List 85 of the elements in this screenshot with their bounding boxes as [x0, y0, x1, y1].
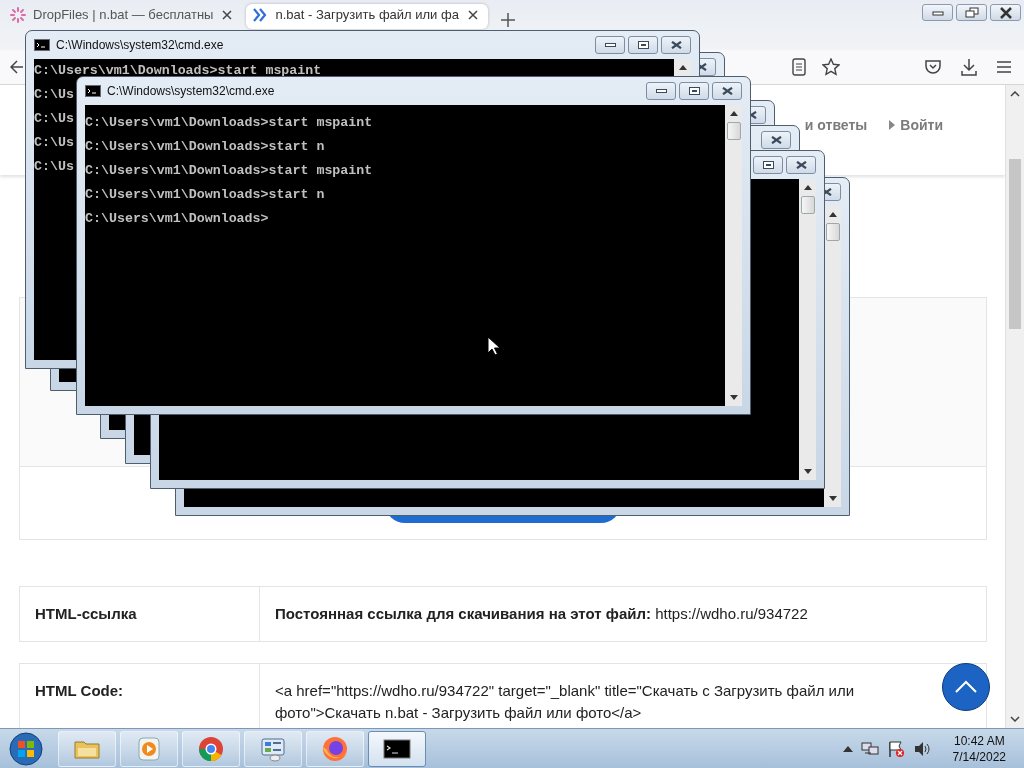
window-title: C:\Windows\system32\cmd.exe: [56, 38, 224, 52]
scroll-down-icon[interactable]: [1010, 716, 1020, 722]
close-button[interactable]: [786, 156, 816, 174]
scroll-up-icon[interactable]: [828, 212, 837, 217]
scroll-top-button[interactable]: [942, 663, 990, 711]
network-icon[interactable]: [860, 740, 879, 757]
table-cell: HTML-ссылка: [20, 587, 260, 641]
scrollbar[interactable]: [799, 179, 816, 480]
new-tab-icon[interactable]: [499, 12, 516, 28]
close-icon[interactable]: [220, 7, 235, 22]
menu-icon[interactable]: [996, 60, 1012, 74]
minimize-icon: [604, 43, 616, 47]
close-button[interactable]: [712, 82, 742, 100]
maximize-button[interactable]: [628, 36, 658, 54]
scroll-up-icon[interactable]: [729, 111, 738, 116]
loading-icon: [10, 6, 26, 23]
console-line: C:\Users\vm1\Downloads>start mspaint: [85, 114, 373, 132]
pocket-icon[interactable]: [924, 59, 942, 75]
download-icon[interactable]: [960, 58, 978, 76]
console-line: C:\Us: [34, 134, 74, 152]
minimize-button[interactable]: [595, 36, 625, 54]
scroll-down-icon[interactable]: [729, 395, 738, 400]
close-button[interactable]: [761, 131, 791, 149]
caret-icon: [889, 120, 896, 130]
maximize-button[interactable]: [753, 156, 783, 174]
minimize-button[interactable]: [646, 82, 676, 100]
nav-link[interactable]: Войти: [900, 117, 943, 133]
reader-icon[interactable]: [792, 58, 806, 76]
restore-icon: [964, 6, 979, 19]
table-cell-text: Постоянная ссылка для скачивания на этот файл: https://wdho.ru/934722: [274, 604, 809, 624]
console-line: C:\Users\vm1\Downloads>start n: [85, 138, 325, 156]
clock-date: 7/14/2022: [952, 748, 1006, 765]
scroll-up-icon[interactable]: [1010, 91, 1020, 97]
console-line: C:\Users\vm1\Downloads>start mspaint: [85, 162, 373, 180]
start-button[interactable]: [6, 730, 46, 767]
console-line: C:\Us: [34, 110, 74, 128]
scroll-down-icon[interactable]: [803, 469, 812, 474]
close-icon: [795, 161, 807, 169]
chevron-up-icon: [954, 680, 978, 694]
close-icon[interactable]: [465, 7, 480, 22]
scroll-up-icon[interactable]: [678, 65, 687, 70]
console-line: C:\Users\vm1\Downloads>start n: [85, 186, 325, 204]
clock-time: 10:42 AM: [953, 732, 1005, 749]
table-cell-text: <a href="https://wdho.ru/934722" target="_blank" title="Скачать с Загрузить файл или фото">Скачать n.bat - Загрузить файл или фото</a>: [274, 681, 856, 723]
scroll-up-icon[interactable]: [803, 185, 812, 190]
scroll-down-icon[interactable]: [828, 496, 837, 501]
console-line: C:\Us: [34, 158, 74, 176]
nav-link[interactable]: и ответы: [804, 117, 868, 133]
back-icon[interactable]: [10, 59, 24, 75]
volume-icon[interactable]: [912, 740, 931, 757]
console-line: C:\Us: [34, 86, 74, 104]
scrollbar[interactable]: [725, 105, 742, 406]
cursor-icon: [487, 336, 500, 356]
minimize-icon: [930, 8, 945, 17]
console-icon: [34, 39, 50, 51]
start-orb-icon: [8, 730, 44, 767]
browser-tab[interactable]: n.bat - Загрузить файл или фа: [246, 4, 488, 29]
browser-tab[interactable]: DropFiles | n.bat — бесплатны: [4, 4, 243, 29]
maximize-icon: [688, 87, 700, 95]
maximize-icon: [762, 161, 774, 169]
close-button[interactable]: [990, 4, 1021, 21]
maximize-button[interactable]: [679, 82, 709, 100]
close-icon: [998, 6, 1013, 19]
console-dialog[interactable]: C:\Windows\system32\cmd.exe C:\Users\vm1\Downloads>start mspaint C:\Users\vm1\Downloads>start n C:\Users\vm1\Downloads>start mspaint C:\Users\vm1\Downloads>start n C:\Users\vm1\Downloads>: [76, 76, 751, 415]
window-title: C:\Windows\system32\cmd.exe: [107, 84, 275, 98]
scrollbar[interactable]: [1005, 85, 1024, 728]
close-icon: [770, 136, 782, 144]
close-icon: [721, 87, 733, 95]
console-line: C:\Users\vm1\Downloads>: [85, 210, 269, 228]
scroll-thumb[interactable]: [1009, 159, 1021, 329]
show-hidden-icon[interactable]: [842, 745, 853, 752]
minimize-icon: [655, 89, 667, 93]
console-icon: [85, 85, 101, 97]
close-icon: [670, 41, 682, 49]
scroll-thumb[interactable]: [726, 122, 741, 140]
restore-button[interactable]: [956, 4, 987, 21]
scroll-thumb[interactable]: [800, 196, 815, 214]
close-button[interactable]: [661, 36, 691, 54]
clock[interactable]: 10:42 AM 7/14/2022: [952, 732, 1006, 765]
taskbar-button[interactable]: [368, 730, 426, 767]
chevrons-icon: [252, 6, 269, 23]
star-icon[interactable]: [822, 58, 840, 76]
scroll-thumb[interactable]: [825, 223, 840, 241]
maximize-icon: [637, 41, 649, 49]
flag-icon[interactable]: [886, 739, 905, 758]
